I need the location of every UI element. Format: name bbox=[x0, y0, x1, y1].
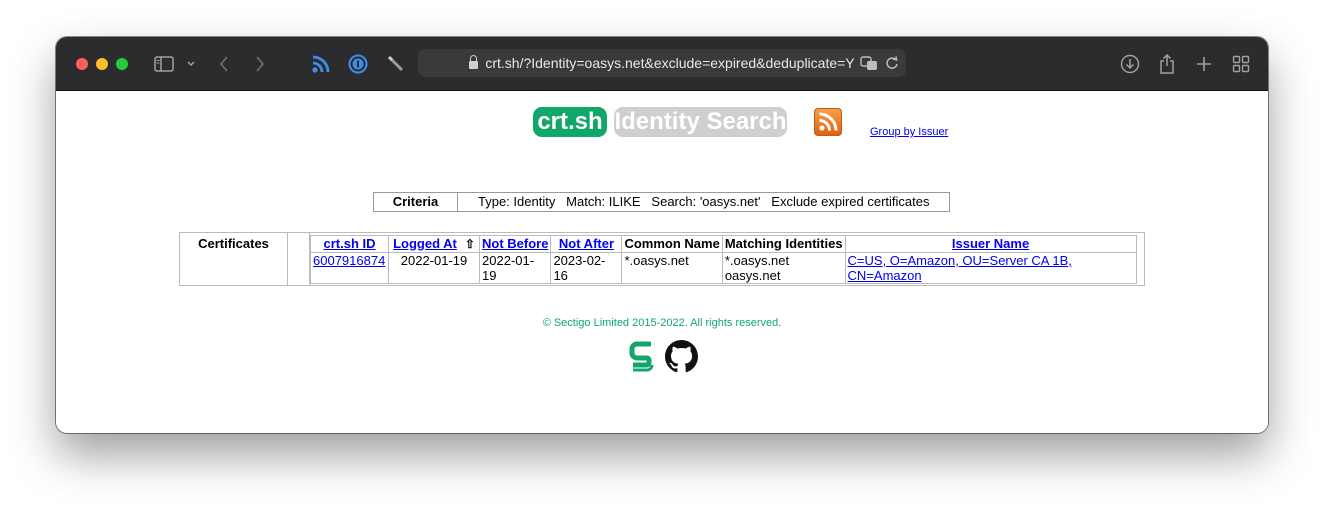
column-logged-at[interactable]: Logged At bbox=[393, 236, 457, 251]
copyright-text: © Sectigo Limited 2015-2022. All rights … bbox=[542, 317, 782, 329]
crtsh-logo[interactable]: crt.sh bbox=[533, 107, 607, 137]
share-icon[interactable] bbox=[1156, 53, 1178, 75]
cell-matching-identities: *.oasys.net oasys.net bbox=[721, 252, 846, 284]
back-icon[interactable] bbox=[216, 53, 232, 75]
password-manager-icon[interactable] bbox=[347, 53, 369, 75]
table-row: 6007916874 2022-01-19 2022-01-19 2023-02… bbox=[310, 252, 1137, 284]
certificates-section: Certificates crt.sh ID Logged At ⇧ Not Be… bbox=[179, 232, 1145, 286]
column-crtsh-id[interactable]: crt.sh ID bbox=[323, 236, 375, 251]
column-common-name: Common Name bbox=[621, 235, 723, 253]
close-window-button[interactable] bbox=[76, 58, 88, 70]
lock-icon bbox=[469, 55, 479, 69]
table-header-row: crt.sh ID Logged At ⇧ Not Before Not Afte… bbox=[310, 235, 1137, 253]
browser-window: crt.sh/?Identity=oasys.net&exclude=expir… bbox=[56, 37, 1268, 433]
cell-not-after: 2023-02-16 bbox=[550, 252, 623, 284]
translate-icon[interactable] bbox=[860, 55, 878, 74]
group-by-issuer-link[interactable]: Group by Issuer bbox=[870, 126, 948, 138]
reload-icon[interactable] bbox=[885, 55, 899, 74]
criteria-label: Criteria bbox=[374, 193, 458, 211]
forward-icon[interactable] bbox=[252, 53, 268, 75]
tab-overview-icon[interactable] bbox=[1230, 53, 1252, 75]
new-tab-icon[interactable] bbox=[1193, 53, 1215, 75]
column-not-before[interactable]: Not Before bbox=[482, 236, 548, 251]
column-matching-identities: Matching Identities bbox=[721, 235, 846, 253]
sort-arrow-icon: ⇧ bbox=[464, 237, 475, 251]
github-icon[interactable] bbox=[665, 340, 698, 373]
criteria-box: Criteria Type: Identity Match: ILIKE Sea… bbox=[373, 192, 950, 212]
sectigo-icon[interactable] bbox=[629, 341, 655, 373]
cell-logged-at: 2022-01-19 bbox=[388, 252, 480, 284]
download-icon[interactable] bbox=[1119, 53, 1141, 75]
matching-identity: oasys.net bbox=[724, 268, 781, 283]
certificates-table: crt.sh ID Logged At ⇧ Not Before Not Afte… bbox=[310, 235, 1137, 284]
cert-id-link[interactable]: 6007916874 bbox=[313, 253, 385, 268]
criteria-value: Type: Identity Match: ILIKE Search: 'oas… bbox=[478, 194, 930, 209]
column-issuer-name[interactable]: Issuer Name bbox=[952, 236, 1029, 251]
url-text: crt.sh/?Identity=oasys.net&exclude=expir… bbox=[485, 55, 855, 71]
zoom-window-button[interactable] bbox=[116, 58, 128, 70]
browser-toolbar: crt.sh/?Identity=oasys.net&exclude=expir… bbox=[56, 37, 1268, 91]
identity-search-logo: Identity Search bbox=[614, 107, 787, 137]
issuer-link[interactable]: C=US, O=Amazon, OU=Server CA 1B, CN=Amaz… bbox=[848, 253, 1072, 283]
matching-identity: *.oasys.net bbox=[724, 253, 790, 268]
cell-common-name: *.oasys.net bbox=[621, 252, 723, 284]
sidebar-icon[interactable] bbox=[153, 53, 175, 75]
address-bar[interactable]: crt.sh/?Identity=oasys.net&exclude=expir… bbox=[418, 49, 906, 77]
pen-icon[interactable] bbox=[385, 53, 407, 75]
rss-extension-icon[interactable] bbox=[310, 53, 332, 75]
certificates-label: Certificates bbox=[180, 233, 288, 285]
page-content: crt.sh Identity Search Group by Issuer C… bbox=[56, 91, 1268, 433]
column-not-after[interactable]: Not After bbox=[559, 236, 614, 251]
rss-feed-icon[interactable] bbox=[814, 108, 842, 136]
chevron-down-icon[interactable] bbox=[184, 53, 198, 75]
cell-not-before: 2022-01-19 bbox=[478, 252, 552, 284]
minimize-window-button[interactable] bbox=[96, 58, 108, 70]
